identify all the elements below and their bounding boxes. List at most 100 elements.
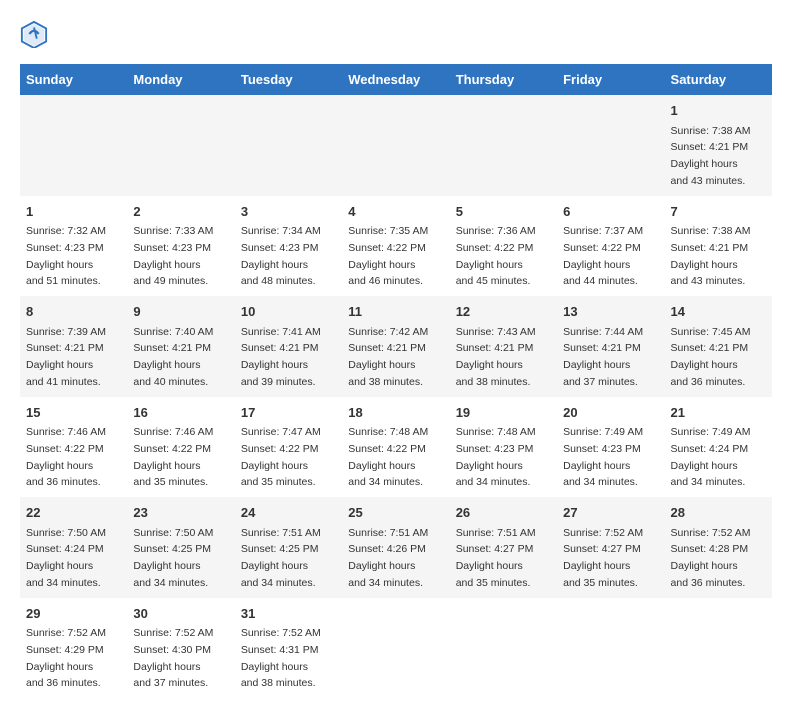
header-row: SundayMondayTuesdayWednesdayThursdayFrid… [20,64,772,95]
day-number: 11 [348,302,443,322]
calendar-day-20: 20 Sunrise: 7:49 AMSunset: 4:23 PMDayligh… [557,397,664,498]
day-info: Sunrise: 7:52 AMSunset: 4:31 PMDaylight … [241,627,321,689]
day-number: 31 [241,604,336,624]
calendar-day-1: 1 Sunrise: 7:32 AMSunset: 4:23 PMDaylight… [20,196,127,297]
calendar-day-5: 5 Sunrise: 7:36 AMSunset: 4:22 PMDaylight… [450,196,557,297]
day-info: Sunrise: 7:50 AMSunset: 4:25 PMDaylight … [133,527,213,589]
empty-cell [665,598,772,699]
day-info: Sunrise: 7:37 AMSunset: 4:22 PMDaylight … [563,225,643,287]
day-info: Sunrise: 7:36 AMSunset: 4:22 PMDaylight … [456,225,536,287]
calendar-day-14: 14 Sunrise: 7:45 AMSunset: 4:21 PMDayligh… [665,296,772,397]
day-number: 6 [563,202,658,222]
day-number: 8 [26,302,121,322]
day-number: 26 [456,503,551,523]
day-info: Sunrise: 7:50 AMSunset: 4:24 PMDaylight … [26,527,106,589]
calendar-day-4: 4Sunrise: 7:35 AMSunset: 4:22 PMDaylight… [342,196,449,297]
empty-cell [127,95,234,196]
calendar-day-12: 12 Sunrise: 7:43 AMSunset: 4:21 PMDayligh… [450,296,557,397]
day-number: 16 [133,403,228,423]
calendar-day-16: 16 Sunrise: 7:46 AMSunset: 4:22 PMDayligh… [127,397,234,498]
day-info: Sunrise: 7:40 AMSunset: 4:21 PMDaylight … [133,326,213,388]
calendar-day-25: 25 Sunrise: 7:51 AMSunset: 4:26 PMDayligh… [342,497,449,598]
day-info: Sunrise: 7:48 AMSunset: 4:23 PMDaylight … [456,426,536,488]
day-info: Sunrise: 7:45 AMSunset: 4:21 PMDaylight … [671,326,751,388]
calendar-day-26: 26Sunrise: 7:51 AMSunset: 4:27 PMDayligh… [450,497,557,598]
day-number: 2 [133,202,228,222]
empty-cell [342,598,449,699]
header-cell-monday: Monday [127,64,234,95]
empty-cell [450,598,557,699]
calendar-day-27: 27 Sunrise: 7:52 AMSunset: 4:27 PMDayligh… [557,497,664,598]
day-info: Sunrise: 7:42 AMSunset: 4:21 PMDaylight … [348,326,428,388]
day-info: Sunrise: 7:39 AMSunset: 4:21 PMDaylight … [26,326,106,388]
day-number: 25 [348,503,443,523]
calendar-day-29: 29Sunrise: 7:52 AMSunset: 4:29 PMDayligh… [20,598,127,699]
empty-cell [342,95,449,196]
day-number: 7 [671,202,766,222]
empty-cell [235,95,342,196]
day-info: Sunrise: 7:33 AMSunset: 4:23 PMDaylight … [133,225,213,287]
day-number: 14 [671,302,766,322]
day-info: Sunrise: 7:32 AMSunset: 4:23 PMDaylight … [26,225,106,287]
header-cell-wednesday: Wednesday [342,64,449,95]
day-info: Sunrise: 7:43 AMSunset: 4:21 PMDaylight … [456,326,536,388]
empty-cell [450,95,557,196]
day-number: 3 [241,202,336,222]
day-info: Sunrise: 7:35 AMSunset: 4:22 PMDaylight … [348,225,428,287]
day-info: Sunrise: 7:38 AMSunset: 4:21 PMDaylight … [671,125,751,187]
day-number: 1 [26,202,121,222]
day-number: 20 [563,403,658,423]
day-number: 28 [671,503,766,523]
day-info: Sunrise: 7:49 AMSunset: 4:24 PMDaylight … [671,426,751,488]
calendar-day-28: 28Sunrise: 7:52 AMSunset: 4:28 PMDayligh… [665,497,772,598]
day-info: Sunrise: 7:46 AMSunset: 4:22 PMDaylight … [133,426,213,488]
day-number: 19 [456,403,551,423]
calendar-table: SundayMondayTuesdayWednesdayThursdayFrid… [20,64,772,698]
calendar-week-3: 15 Sunrise: 7:46 AMSunset: 4:22 PMDayligh… [20,397,772,498]
calendar-week-1: 1 Sunrise: 7:32 AMSunset: 4:23 PMDaylight… [20,196,772,297]
calendar-day-3: 3Sunrise: 7:34 AMSunset: 4:23 PMDaylight… [235,196,342,297]
day-number: 29 [26,604,121,624]
day-number: 15 [26,403,121,423]
calendar-day-31: 31 Sunrise: 7:52 AMSunset: 4:31 PMDayligh… [235,598,342,699]
calendar-week-0: 1 Sunrise: 7:38 AMSunset: 4:21 PMDaylight… [20,95,772,196]
calendar-day-24: 24 Sunrise: 7:51 AMSunset: 4:25 PMDayligh… [235,497,342,598]
calendar-day-23: 23 Sunrise: 7:50 AMSunset: 4:25 PMDayligh… [127,497,234,598]
calendar-day-9: 9Sunrise: 7:40 AMSunset: 4:21 PMDaylight… [127,296,234,397]
empty-cell [557,95,664,196]
calendar-day-10: 10Sunrise: 7:41 AMSunset: 4:21 PMDayligh… [235,296,342,397]
calendar-week-2: 8 Sunrise: 7:39 AMSunset: 4:21 PMDaylight… [20,296,772,397]
day-number: 24 [241,503,336,523]
day-number: 30 [133,604,228,624]
logo-icon [20,20,48,48]
day-number: 27 [563,503,658,523]
calendar-day-7: 7Sunrise: 7:38 AMSunset: 4:21 PMDaylight… [665,196,772,297]
day-number: 23 [133,503,228,523]
day-info: Sunrise: 7:51 AMSunset: 4:25 PMDaylight … [241,527,321,589]
day-number: 22 [26,503,121,523]
day-number: 17 [241,403,336,423]
calendar-day-22: 22 Sunrise: 7:50 AMSunset: 4:24 PMDayligh… [20,497,127,598]
day-number: 12 [456,302,551,322]
empty-cell [20,95,127,196]
calendar-day-19: 19 Sunrise: 7:48 AMSunset: 4:23 PMDayligh… [450,397,557,498]
day-info: Sunrise: 7:52 AMSunset: 4:30 PMDaylight … [133,627,213,689]
day-number: 1 [671,101,766,121]
day-number: 13 [563,302,658,322]
header-cell-sunday: Sunday [20,64,127,95]
day-info: Sunrise: 7:52 AMSunset: 4:27 PMDaylight … [563,527,643,589]
day-number: 5 [456,202,551,222]
header [20,20,772,48]
calendar-day-30: 30 Sunrise: 7:52 AMSunset: 4:30 PMDayligh… [127,598,234,699]
page-container: SundayMondayTuesdayWednesdayThursdayFrid… [20,20,772,698]
empty-cell [557,598,664,699]
day-number: 18 [348,403,443,423]
calendar-day-6: 6 Sunrise: 7:37 AMSunset: 4:22 PMDaylight… [557,196,664,297]
header-cell-tuesday: Tuesday [235,64,342,95]
calendar-day-15: 15Sunrise: 7:46 AMSunset: 4:22 PMDayligh… [20,397,127,498]
day-number: 21 [671,403,766,423]
calendar-day-21: 21 Sunrise: 7:49 AMSunset: 4:24 PMDayligh… [665,397,772,498]
header-cell-friday: Friday [557,64,664,95]
day-info: Sunrise: 7:49 AMSunset: 4:23 PMDaylight … [563,426,643,488]
day-info: Sunrise: 7:51 AMSunset: 4:26 PMDaylight … [348,527,428,589]
